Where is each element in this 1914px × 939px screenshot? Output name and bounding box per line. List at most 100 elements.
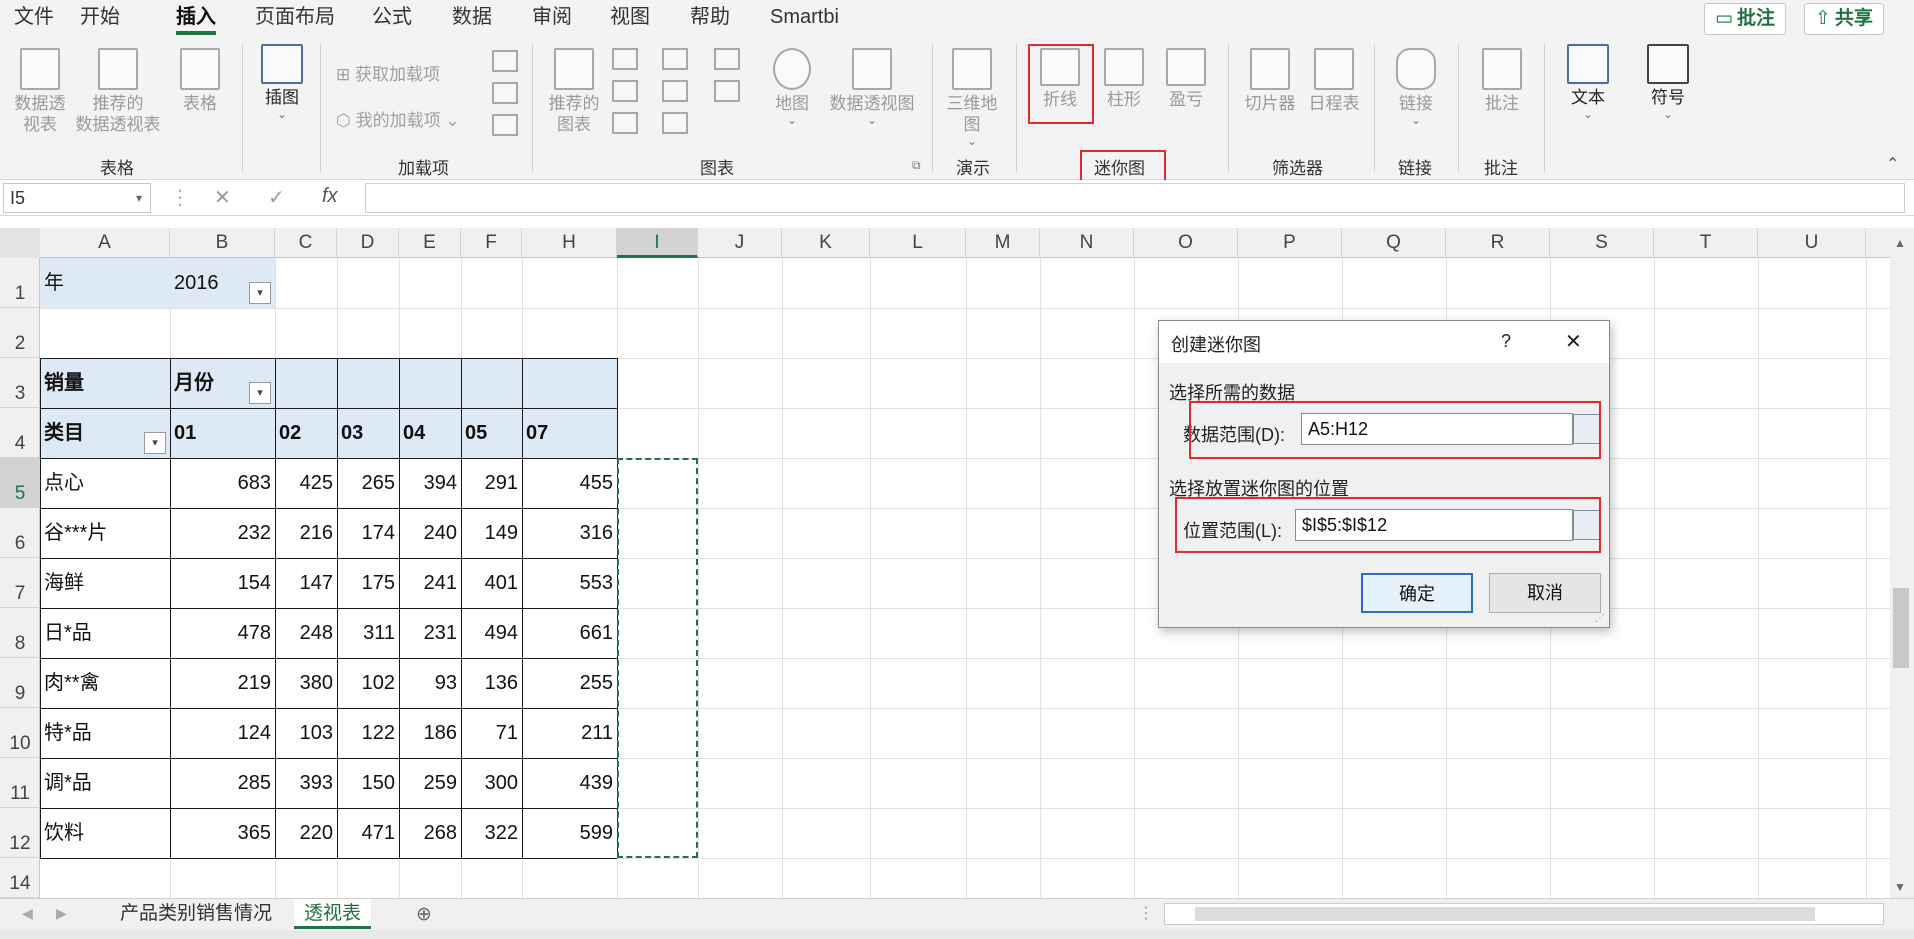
row-header[interactable]: 14	[0, 858, 40, 898]
tab-view[interactable]: 视图	[610, 0, 650, 36]
value-cell[interactable]: 231	[399, 608, 461, 658]
value-cell[interactable]: 248	[275, 608, 337, 658]
symbol-button[interactable]: 符号 ⌄	[1638, 44, 1698, 120]
value-cell[interactable]: 154	[170, 558, 275, 608]
vertical-scrollbar[interactable]: ▲ ▼	[1890, 228, 1914, 898]
illustrations-button[interactable]: 插图 ⌄	[252, 44, 312, 120]
row-header[interactable]: 3	[0, 358, 40, 408]
scrollbar-thumb[interactable]	[1893, 588, 1909, 668]
column-header[interactable]: A	[40, 228, 170, 258]
text-button[interactable]: 文本 ⌄	[1558, 44, 1618, 120]
hierarchy-chart-icon[interactable]	[662, 48, 688, 70]
column-header[interactable]: R	[1446, 228, 1550, 258]
category-cell[interactable]: 谷***片	[40, 508, 170, 558]
category-cell[interactable]: 饮料	[40, 808, 170, 858]
collapse-ribbon-icon[interactable]: ⌃	[1886, 154, 1899, 174]
category-cell[interactable]: 海鲜	[40, 558, 170, 608]
value-cell[interactable]: 494	[461, 608, 522, 658]
value-cell[interactable]: 174	[337, 508, 399, 558]
row-header[interactable]: 11	[0, 758, 40, 808]
tab-data[interactable]: 数据	[452, 0, 492, 36]
column-header[interactable]: P	[1238, 228, 1342, 258]
value-cell[interactable]: 136	[461, 658, 522, 708]
value-cell[interactable]: 394	[399, 458, 461, 508]
category-cell[interactable]: 点心	[40, 458, 170, 508]
timeline-button[interactable]: 日程表	[1304, 48, 1364, 114]
value-cell[interactable]: 124	[170, 708, 275, 758]
value-cell[interactable]: 102	[337, 658, 399, 708]
value-cell[interactable]: 380	[275, 658, 337, 708]
people-graph-icon[interactable]	[492, 50, 518, 72]
value-cell[interactable]: 316	[522, 508, 617, 558]
value-cell[interactable]: 186	[399, 708, 461, 758]
combo-chart-icon[interactable]	[714, 80, 740, 102]
value-cell[interactable]: 71	[461, 708, 522, 758]
scroll-right-icon[interactable]: ▶	[56, 905, 67, 922]
value-cell[interactable]: 220	[275, 808, 337, 858]
value-cell[interactable]: 425	[275, 458, 337, 508]
value-cell[interactable]: 103	[275, 708, 337, 758]
recommended-pivot-button[interactable]: 推荐的 数据透视表	[72, 48, 164, 135]
statistic-chart-icon[interactable]	[662, 80, 688, 102]
row-header[interactable]: 7	[0, 558, 40, 608]
link-button[interactable]: 链接 ⌄	[1386, 48, 1446, 126]
tab-smartbi[interactable]: Smartbi	[770, 0, 839, 36]
horizontal-scrollbar[interactable]	[1164, 903, 1884, 925]
column-header[interactable]: Q	[1342, 228, 1446, 258]
value-cell[interactable]: 211	[522, 708, 617, 758]
resize-grip-icon[interactable]: ⋰	[1595, 613, 1605, 624]
tab-formulas[interactable]: 公式	[372, 0, 412, 36]
value-cell[interactable]: 401	[461, 558, 522, 608]
row-header[interactable]: 2	[0, 308, 40, 358]
value-cell[interactable]: 300	[461, 758, 522, 808]
enter-icon[interactable]: ✓	[268, 185, 285, 210]
tab-insert[interactable]: 插入	[176, 0, 216, 36]
close-icon[interactable]: ✕	[1565, 329, 1582, 354]
column-header[interactable]: I	[617, 228, 698, 258]
column-header[interactable]: E	[399, 228, 461, 258]
category-cell[interactable]: 调*品	[40, 758, 170, 808]
scroll-down-icon[interactable]: ▼	[1894, 880, 1906, 894]
value-cell[interactable]: 175	[337, 558, 399, 608]
value-cell[interactable]: 471	[337, 808, 399, 858]
my-addins-button[interactable]: ⬡ 我的加载项 ⌄	[336, 106, 460, 131]
value-cell[interactable]: 365	[170, 808, 275, 858]
value-cell[interactable]: 683	[170, 458, 275, 508]
scroll-left-icon[interactable]: ◀	[22, 905, 33, 922]
recommended-charts-button[interactable]: 推荐的 图表	[542, 48, 606, 135]
tab-page-layout[interactable]: 页面布局	[255, 0, 335, 36]
row-header[interactable]: 10	[0, 708, 40, 758]
value-cell[interactable]: 150	[337, 758, 399, 808]
value-cell[interactable]: 322	[461, 808, 522, 858]
column-header[interactable]: D	[337, 228, 399, 258]
add-sheet-icon[interactable]: ⊕	[416, 903, 432, 926]
ok-button[interactable]: 确定	[1361, 573, 1473, 613]
category-cell[interactable]: 肉**禽	[40, 658, 170, 708]
share-button[interactable]: ⇧ 共享	[1804, 3, 1884, 35]
comments-button[interactable]: ▭ 批注	[1704, 3, 1786, 35]
column-header[interactable]: J	[698, 228, 782, 258]
tab-help[interactable]: 帮助	[690, 0, 730, 36]
value-cell[interactable]: 393	[275, 758, 337, 808]
help-icon[interactable]: ?	[1501, 331, 1511, 352]
column-header[interactable]: N	[1040, 228, 1134, 258]
column-header[interactable]: B	[170, 228, 275, 258]
column-header[interactable]: L	[870, 228, 966, 258]
value-cell[interactable]: 553	[522, 558, 617, 608]
value-cell[interactable]: 149	[461, 508, 522, 558]
get-addins-button[interactable]: ⊞ 获取加载项	[336, 60, 440, 85]
column-header[interactable]: F	[461, 228, 522, 258]
pivot-table-button[interactable]: 数据透 视表	[8, 48, 72, 135]
line-chart-icon[interactable]	[612, 80, 638, 102]
value-cell[interactable]: 265	[337, 458, 399, 508]
visio-icon[interactable]	[492, 114, 518, 136]
scroll-up-icon[interactable]: ▲	[1894, 236, 1906, 250]
value-cell[interactable]: 478	[170, 608, 275, 658]
column-header[interactable]: K	[782, 228, 870, 258]
value-cell[interactable]: 599	[522, 808, 617, 858]
value-cell[interactable]: 311	[337, 608, 399, 658]
value-cell[interactable]: 219	[170, 658, 275, 708]
column-header[interactable]: C	[275, 228, 337, 258]
sheet-tab-product-sales[interactable]: 产品类别销售情况	[110, 899, 282, 929]
column-field-dropdown-icon[interactable]: ▾	[249, 382, 271, 404]
